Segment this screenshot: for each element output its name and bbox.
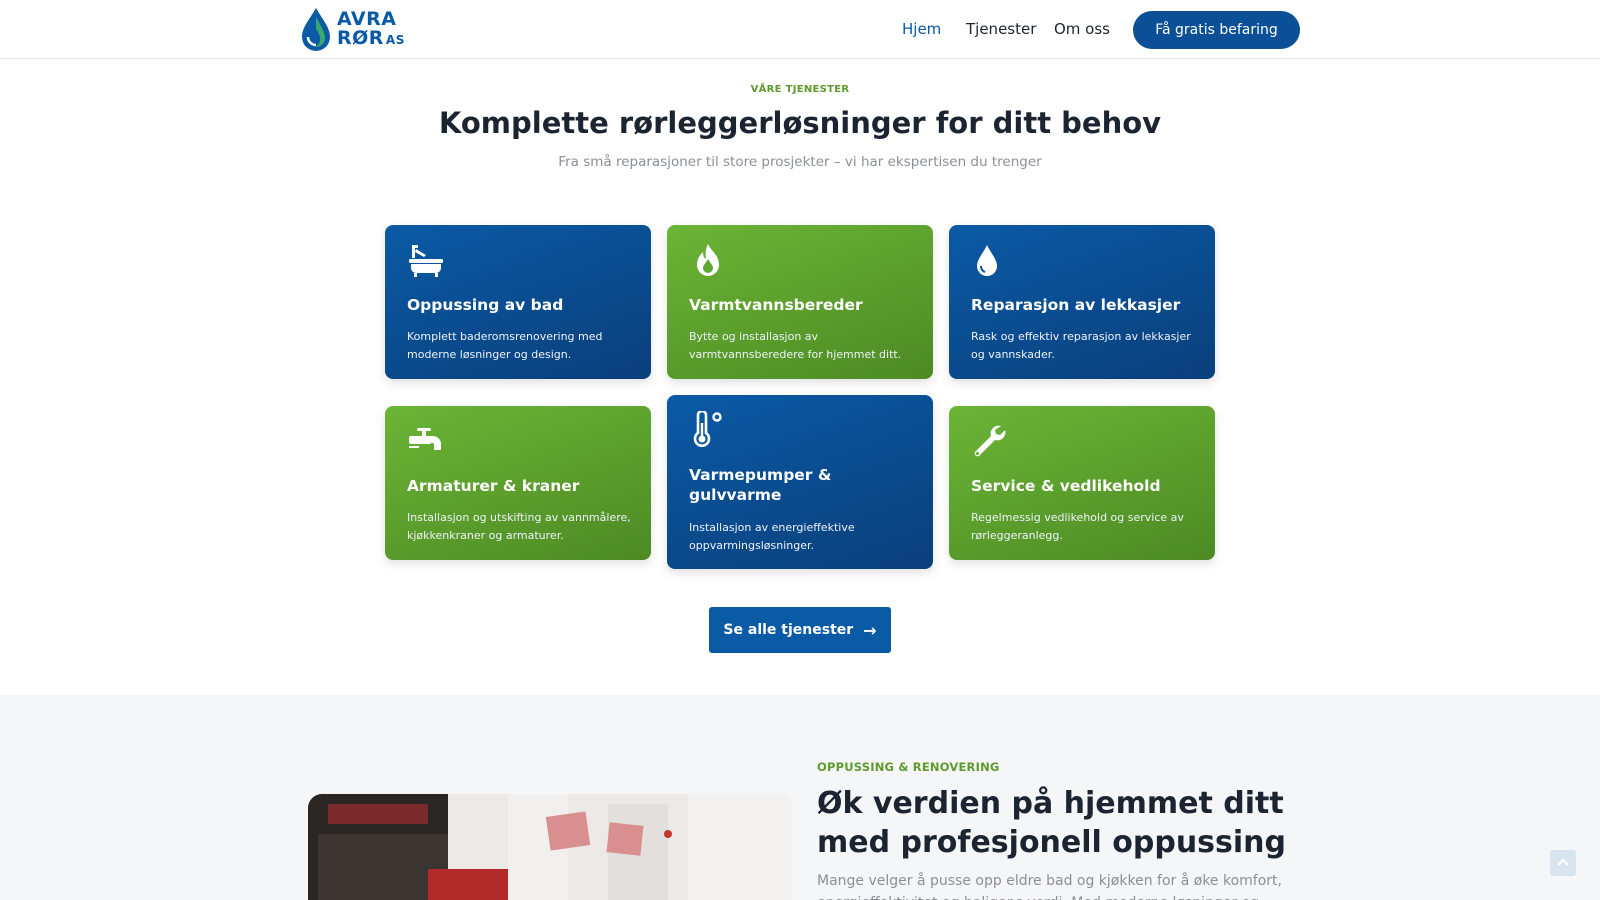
- services-eyebrow: VÅRE TJENESTER: [750, 84, 850, 95]
- see-all-services-button[interactable]: Se alle tjenester →: [709, 607, 891, 653]
- renovation-photo: [308, 794, 792, 900]
- water-drop-logo-icon: [302, 8, 330, 51]
- logo[interactable]: AVRA RØR AS: [299, 6, 405, 54]
- scroll-to-top-button[interactable]: [1550, 850, 1576, 876]
- arrow-right-icon: →: [863, 620, 877, 640]
- services-subtitle: Fra små reparasjoner til store prosjekte…: [558, 154, 1042, 170]
- logo-line-2: RØR AS: [337, 29, 405, 50]
- service-card-water-heater[interactable]: Varmtvannsbereder Bytte og installasjon …: [667, 225, 933, 379]
- card-description: Rask og effektiv reparasjon av lekkasjer…: [971, 330, 1191, 361]
- card-title: Reparasjon av lekkasjer: [971, 296, 1181, 314]
- free-inspection-button[interactable]: Få gratis befaring: [1133, 11, 1300, 49]
- card-description: Regelmessig vedlikehold og service av rø…: [971, 511, 1184, 542]
- chevron-up-icon: [1557, 858, 1569, 866]
- card-title: Oppussing av bad: [407, 296, 564, 314]
- fire-icon: [697, 244, 719, 276]
- card-description: Installasjon og utskifting av vannmålere…: [407, 511, 631, 542]
- see-all-services-label: Se alle tjenester: [723, 622, 854, 638]
- nav-item-om-oss[interactable]: Om oss: [1054, 20, 1110, 38]
- card-description: Bytte og installasjon av varmtvannsbered…: [689, 330, 902, 361]
- service-card-heat-pumps[interactable]: Varmepumper & gulvvarme Installasjon av …: [667, 395, 933, 569]
- nav-item-hjem[interactable]: Hjem: [902, 20, 941, 38]
- thermometer-icon: [693, 411, 722, 447]
- service-card-faucets[interactable]: Armaturer & kraner Installasjon og utski…: [385, 406, 651, 560]
- card-title: Armaturer & kraner: [407, 477, 580, 495]
- renovation-section: [0, 695, 1600, 900]
- card-title: Service & vedlikehold: [971, 477, 1161, 495]
- card-title: Varmepumper & gulvvarme: [689, 466, 832, 504]
- card-description: Installasjon av energieffektive oppvarmi…: [689, 521, 855, 552]
- logo-line-2-main: RØR: [337, 27, 384, 49]
- service-card-maintenance[interactable]: Service & vedlikehold Regelmessig vedlik…: [949, 406, 1215, 560]
- renovation-title: Øk verdien på hjemmet ditt med profesjon…: [817, 786, 1287, 860]
- wrench-icon: [974, 425, 1006, 457]
- bathtub-icon: [409, 245, 443, 277]
- card-title: Varmtvannsbereder: [689, 296, 863, 314]
- faucet-icon: [409, 428, 441, 450]
- nav-item-tjenester[interactable]: Tjenester: [966, 20, 1036, 38]
- service-card-leak-repair[interactable]: Reparasjon av lekkasjer Rask og effektiv…: [949, 225, 1215, 379]
- renovation-text: Mange velger å pusse opp eldre bad og kj…: [817, 873, 1282, 900]
- site-header: AVRA RØR AS Hjem Tjenester Om oss Få grat…: [0, 0, 1600, 59]
- boiler-room-image: [308, 794, 792, 900]
- services-title: Komplette rørleggerløsninger for ditt be…: [438, 106, 1162, 140]
- card-description: Komplett baderomsrenovering med moderne …: [407, 330, 603, 361]
- water-drop-icon: [977, 245, 997, 276]
- logo-text: AVRA RØR AS: [337, 10, 405, 50]
- renovation-eyebrow: OPPUSSING & RENOVERING: [817, 760, 1000, 774]
- logo-suffix: AS: [385, 33, 405, 47]
- service-card-bathroom[interactable]: Oppussing av bad Komplett baderomsrenove…: [385, 225, 651, 379]
